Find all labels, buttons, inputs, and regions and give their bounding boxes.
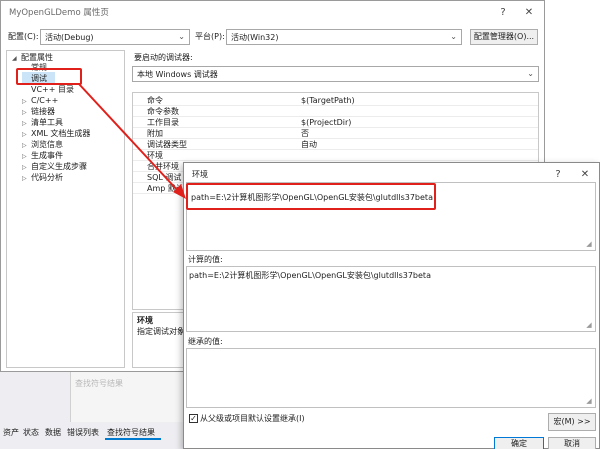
tree-item-label: 代码分析 bbox=[31, 173, 63, 182]
tab-find-symbol-results[interactable]: 查找符号结果 bbox=[107, 426, 155, 440]
resize-grip-icon: ◢ bbox=[586, 240, 592, 248]
chevron-down-icon: ⌄ bbox=[178, 32, 185, 41]
property-row-command[interactable]: 命令 $(TargetPath) bbox=[133, 95, 538, 106]
tab-error-list[interactable]: 错误列表 bbox=[67, 426, 99, 440]
window-title: MyOpenGLDemo 属性页 bbox=[9, 8, 109, 18]
ok-button-label: 确定 bbox=[511, 439, 527, 448]
chevron-down-icon: ⌄ bbox=[450, 32, 457, 41]
faded-panel-label: 查找符号结果 bbox=[75, 379, 123, 388]
configuration-label: 配置(C): bbox=[8, 32, 39, 41]
computed-label: 计算的值: bbox=[188, 255, 223, 264]
property-value: 自动 bbox=[301, 140, 317, 149]
annotation-box-environment-value bbox=[186, 183, 436, 210]
tree-root-label: 配置属性 bbox=[21, 53, 53, 62]
property-key: 环境 bbox=[147, 151, 163, 160]
tree-item-label: 浏览信息 bbox=[31, 140, 63, 149]
annotation-box-debugging bbox=[16, 68, 82, 85]
computed-value-box: path=E:\2计算机图形学\OpenGL\OpenGL安装包\glutdll… bbox=[186, 266, 596, 332]
tree-item-code-analysis[interactable]: ▷ 代码分析 bbox=[22, 172, 63, 184]
env-help-button[interactable]: ? bbox=[550, 167, 566, 183]
tab-data[interactable]: 数据 bbox=[45, 426, 61, 440]
computed-value: path=E:\2计算机图形学\OpenGL\OpenGL安装包\glutdll… bbox=[189, 271, 431, 280]
tab-assets[interactable]: 资产 bbox=[3, 426, 19, 440]
configuration-manager-button[interactable]: 配置管理器(O)... bbox=[470, 29, 538, 45]
property-key: 附加 bbox=[147, 129, 163, 138]
env-dialog-title: 环境 bbox=[192, 170, 208, 179]
property-value: $(ProjectDir) bbox=[301, 118, 352, 127]
property-key: SQL 调试 bbox=[147, 173, 182, 182]
inherited-value-box: ◢ bbox=[186, 348, 596, 408]
title-bar: MyOpenGLDemo 属性页 ? ✕ bbox=[1, 1, 544, 25]
chevron-down-icon: ⌄ bbox=[527, 69, 534, 78]
inherited-label: 继承的值: bbox=[188, 337, 223, 346]
property-key: 命令参数 bbox=[147, 107, 179, 116]
macro-button-label: 宏(M) >> bbox=[553, 417, 591, 426]
tree-item-label: 清单工具 bbox=[31, 118, 63, 127]
tree-item-label: 生成事件 bbox=[31, 151, 63, 160]
resize-grip-icon: ◢ bbox=[586, 321, 592, 329]
help-button[interactable]: ? bbox=[495, 5, 511, 21]
caret-right-icon: ▷ bbox=[22, 175, 27, 182]
property-key: 工作目录 bbox=[147, 118, 179, 127]
configuration-combo[interactable]: 活动(Debug) ⌄ bbox=[40, 29, 190, 45]
property-row-environment[interactable]: 环境 bbox=[133, 150, 538, 161]
inherit-checkbox-label: 从父级或项目默认设置继承(I) bbox=[200, 414, 305, 423]
property-row-debugger-type[interactable]: 调试器类型 自动 bbox=[133, 139, 538, 150]
debugger-combo[interactable]: 本地 Windows 调试器 ⌄ bbox=[132, 66, 539, 82]
cancel-button-label: 取消 bbox=[564, 439, 580, 448]
property-key: 命令 bbox=[147, 96, 163, 105]
property-value: $(TargetPath) bbox=[301, 96, 355, 105]
tree-item-vc-directories[interactable]: VC++ 目录 bbox=[22, 84, 74, 95]
ok-button[interactable]: 确定 bbox=[494, 437, 544, 449]
configuration-value: 活动(Debug) bbox=[45, 33, 94, 42]
tree-item-label: 链接器 bbox=[31, 107, 55, 116]
caret-down-icon: ◢ bbox=[12, 55, 17, 62]
debugger-value: 本地 Windows 调试器 bbox=[137, 70, 218, 79]
platform-combo[interactable]: 活动(Win32) ⌄ bbox=[226, 29, 462, 45]
platform-value: 活动(Win32) bbox=[231, 33, 279, 42]
resize-grip-icon: ◢ bbox=[586, 397, 592, 405]
property-key: 合并环境 bbox=[147, 162, 179, 171]
tree-item-label: XML 文档生成器 bbox=[31, 129, 91, 138]
find-symbol-panel: 查找符号结果 bbox=[70, 372, 188, 422]
property-row-attach[interactable]: 附加 否 bbox=[133, 128, 538, 139]
tab-status[interactable]: 状态 bbox=[23, 426, 39, 440]
property-key: 调试器类型 bbox=[147, 140, 187, 149]
platform-label: 平台(P): bbox=[195, 32, 225, 41]
property-row-working-dir[interactable]: 工作目录 $(ProjectDir) bbox=[133, 117, 538, 128]
tree-item-label: C/C++ bbox=[31, 96, 59, 105]
close-icon[interactable]: ✕ bbox=[521, 5, 537, 21]
cancel-button[interactable]: 取消 bbox=[548, 437, 596, 449]
macro-button[interactable]: 宏(M) >> bbox=[548, 413, 596, 431]
debugger-launch-label: 要启动的调试器: bbox=[134, 53, 193, 62]
inherit-checkbox[interactable]: ✓ bbox=[189, 414, 198, 423]
tree-item-label: VC++ 目录 bbox=[31, 85, 75, 94]
property-value: 否 bbox=[301, 129, 309, 138]
tree-item-label: 自定义生成步骤 bbox=[31, 162, 87, 171]
property-row-command-args[interactable]: 命令参数 bbox=[133, 106, 538, 117]
configuration-manager-label: 配置管理器(O)... bbox=[473, 32, 535, 41]
close-icon[interactable]: ✕ bbox=[577, 167, 593, 183]
